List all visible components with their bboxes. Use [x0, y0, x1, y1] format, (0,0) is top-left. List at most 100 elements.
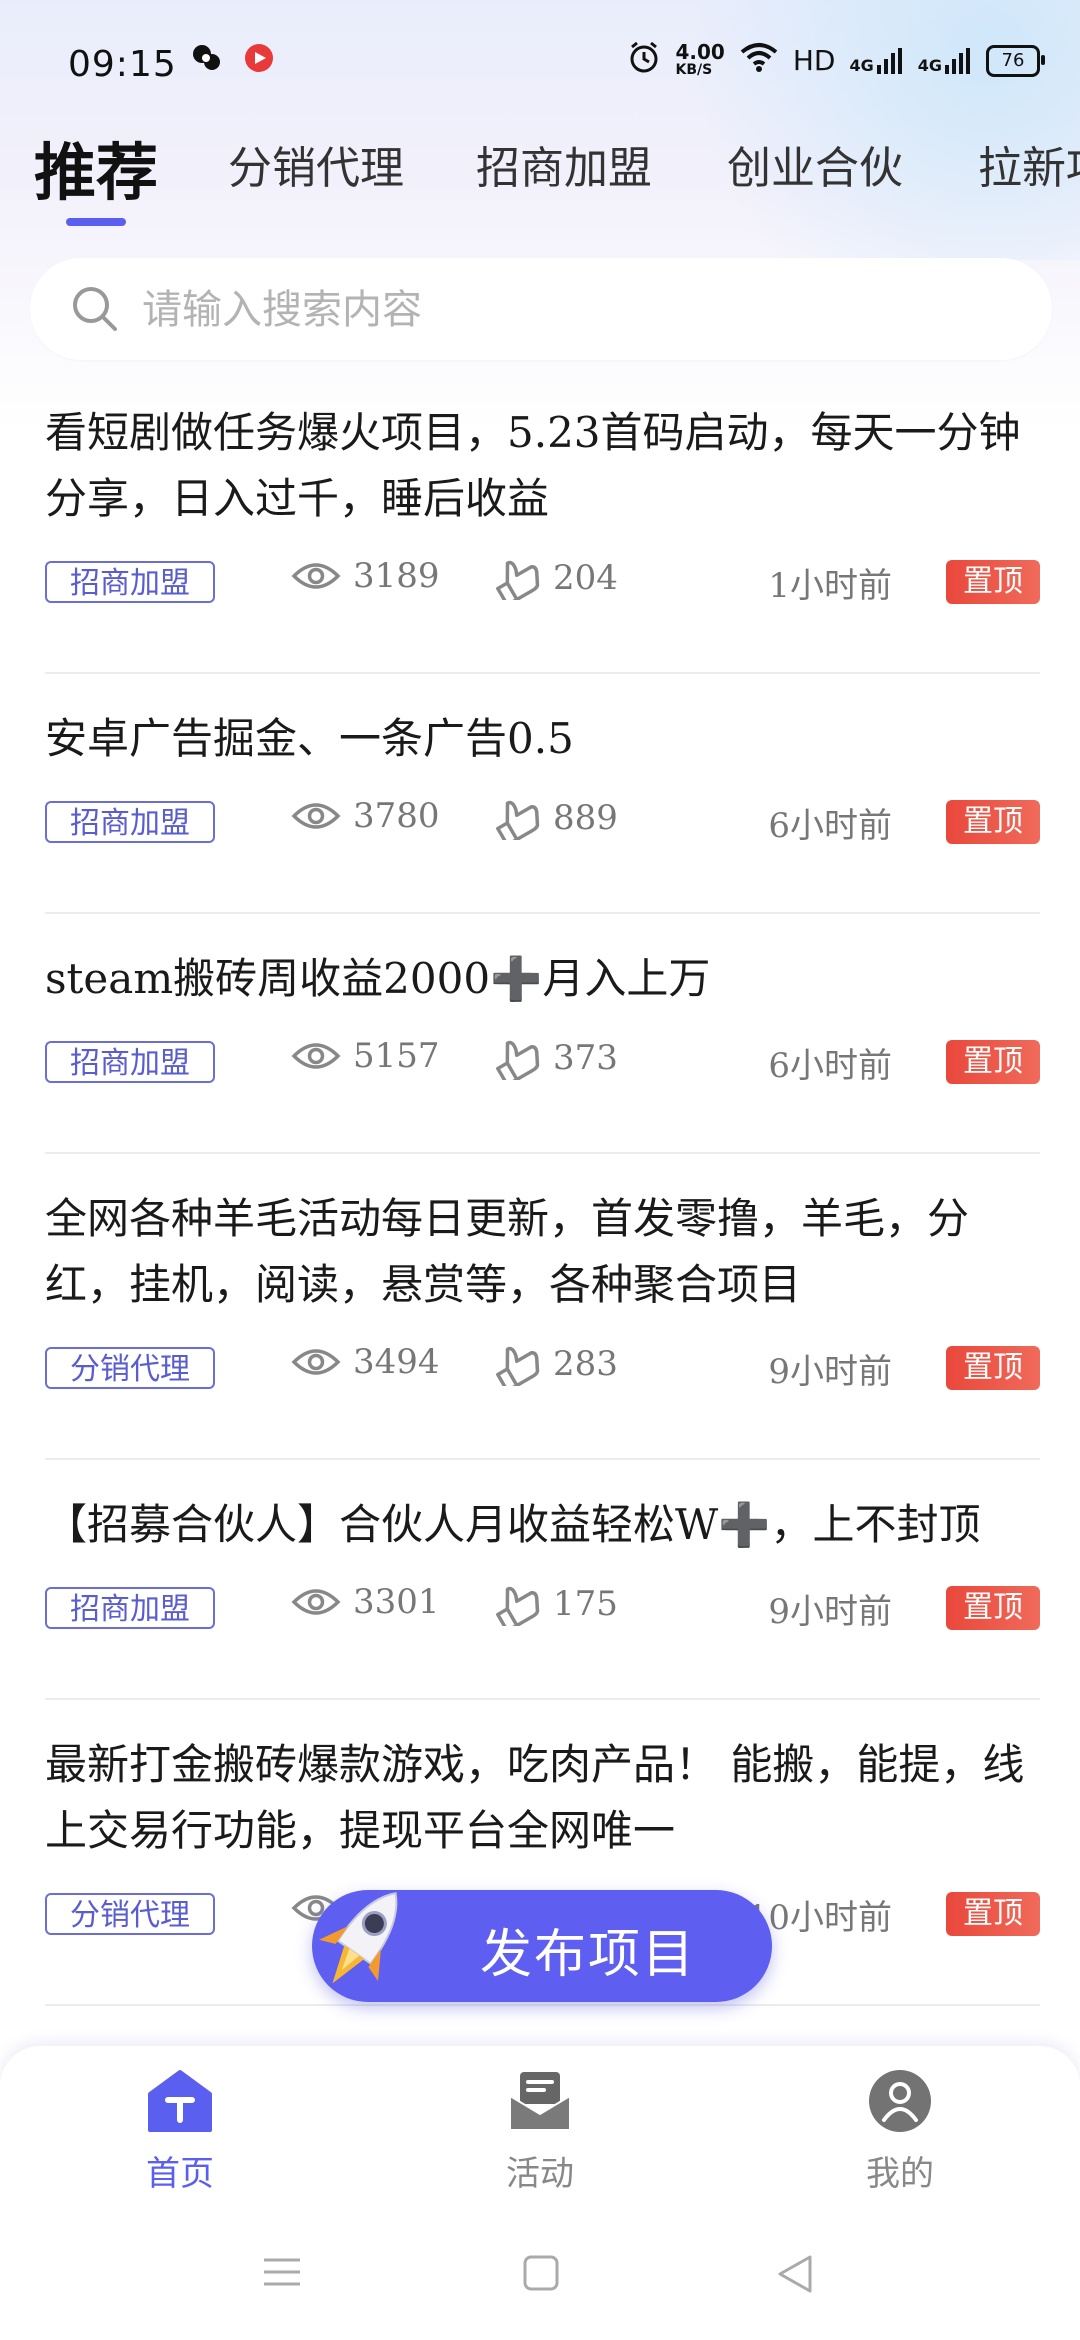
post-time: 6小时前 [768, 806, 892, 846]
post-meta: 分销代理 3494 283 9小时前 置顶 [45, 1318, 1040, 1458]
category-tag: 招商加盟 [45, 801, 215, 843]
search-bar[interactable] [30, 258, 1052, 360]
tab-distribution[interactable]: 分销代理 [228, 132, 404, 196]
list-item[interactable]: 安卓广告掘金、一条广告0.5 招商加盟 3780 889 6小时前 置顶 [45, 674, 1040, 914]
signal-bars-icon [876, 47, 902, 74]
home-square-icon[interactable] [522, 2254, 560, 2296]
nav-profile-label: 我的 [866, 2154, 934, 2194]
pinned-badge: 置顶 [946, 1892, 1040, 1936]
post-time: 9小时前 [768, 1592, 892, 1632]
publish-project-button[interactable]: 发布项目 [312, 1890, 772, 2002]
view-count: 3301 [291, 1582, 440, 1622]
nav-home[interactable]: 首页 [100, 2068, 260, 2195]
category-tag: 招商加盟 [45, 1587, 215, 1629]
tab-franchise[interactable]: 招商加盟 [476, 132, 652, 196]
list-item[interactable]: 【招募合伙人】合伙人月收益轻松W➕，上不封顶 招商加盟 3301 175 9小时… [45, 1460, 1040, 1700]
signal-2: 4G [918, 47, 972, 75]
nav-profile[interactable]: 我的 [820, 2068, 980, 2195]
post-meta: 招商加盟 3780 889 6小时前 置顶 [45, 772, 1040, 912]
category-tag: 招商加盟 [45, 1041, 215, 1083]
view-count: 3494 [291, 1342, 440, 1382]
view-count: 5157 [291, 1036, 440, 1076]
post-title[interactable]: 最新打金搬砖爆款游戏，吃肉产品！ 能搬，能提，线上交易行功能，提现平台全网唯一 [45, 1700, 1040, 1864]
post-meta: 招商加盟 5157 373 6小时前 置顶 [45, 1012, 1040, 1152]
status-icons: 4.00 KB/S HD 4G 4G 76 [627, 39, 1045, 81]
eye-icon [291, 803, 341, 829]
net-speed-value: 4.00 [675, 39, 725, 64]
view-count-value: 3494 [353, 1342, 440, 1382]
list-item[interactable]: 看短剧做任务爆火项目，5.23首码启动，每天一分钟分享，日入过千，睡后收益 招商… [45, 368, 1040, 674]
thumb-up-icon [496, 1586, 540, 1626]
view-count: 3780 [291, 796, 440, 836]
nav-activity-label: 活动 [506, 2154, 574, 2194]
like-count: 204 [491, 556, 618, 600]
battery-icon: 76 [986, 44, 1045, 77]
network-type-2: 4G [917, 55, 942, 75]
post-time: 6小时前 [768, 1046, 892, 1086]
like-count-value: 889 [553, 798, 618, 838]
post-meta: 招商加盟 3301 175 9小时前 置顶 [45, 1558, 1040, 1698]
post-title[interactable]: 安卓广告掘金、一条广告0.5 [45, 674, 1040, 772]
post-title[interactable]: steam搬砖周收益2000➕月入上万 [45, 914, 1040, 1012]
network-type-1: 4G [849, 55, 874, 75]
like-count-value: 175 [553, 1584, 618, 1624]
category-tag: 分销代理 [45, 1893, 215, 1935]
tab-partnership[interactable]: 创业合伙 [727, 132, 903, 196]
eye-icon [291, 1349, 341, 1375]
search-icon [70, 284, 120, 338]
rocket-icon [310, 1874, 410, 2027]
eye-icon [291, 563, 341, 589]
list-item[interactable]: steam搬砖周收益2000➕月入上万 招商加盟 5157 373 6小时前 置… [45, 914, 1040, 1154]
nav-activity[interactable]: 活动 [460, 2068, 620, 2195]
profile-icon [820, 2068, 980, 2138]
alarm-icon [627, 40, 661, 81]
thumb-up-icon [496, 800, 540, 840]
like-count: 175 [491, 1582, 618, 1626]
battery-level: 76 [1001, 50, 1025, 71]
pinned-badge: 置顶 [946, 560, 1040, 604]
thumb-up-icon [496, 560, 540, 600]
pinned-badge: 置顶 [946, 1346, 1040, 1390]
tab-recommend[interactable]: 推荐 [34, 122, 158, 212]
post-title[interactable]: 【招募合伙人】合伙人月收益轻松W➕，上不封顶 [45, 1460, 1040, 1558]
like-count-value: 283 [553, 1344, 618, 1384]
home-icon [100, 2068, 260, 2138]
view-count-value: 5157 [353, 1036, 440, 1076]
post-time: 1小时前 [768, 566, 892, 606]
pinned-badge: 置顶 [946, 1040, 1040, 1084]
thumb-up-icon [496, 1346, 540, 1386]
category-tag: 招商加盟 [45, 561, 215, 603]
search-input[interactable] [140, 272, 1004, 348]
eye-icon [291, 1043, 341, 1069]
post-time: 9小时前 [768, 1352, 892, 1392]
activity-icon [460, 2068, 620, 2138]
net-speed: 4.00 KB/S [675, 39, 725, 79]
status-bar: 09:15 4.00 KB/S HD 4G 4G 76 [0, 0, 1080, 130]
nav-home-label: 首页 [146, 2154, 214, 2194]
like-count: 889 [491, 796, 618, 840]
pinned-badge: 置顶 [946, 1586, 1040, 1630]
publish-button-label: 发布项目 [480, 1925, 697, 1985]
pinned-badge: 置顶 [946, 800, 1040, 844]
post-title[interactable]: 看短剧做任务爆火项目，5.23首码启动，每天一分钟分享，日入过千，睡后收益 [45, 368, 1040, 532]
list-item[interactable]: 全网各种羊毛活动每日更新，首发零撸，羊毛，分红，挂机，阅读，悬赏等，各种聚合项目… [45, 1154, 1040, 1460]
menu-icon[interactable] [262, 2254, 302, 2294]
signal-bars-icon [945, 47, 970, 74]
signal-1: 4G [849, 47, 903, 75]
category-tag: 分销代理 [45, 1347, 215, 1389]
like-count-value: 204 [553, 558, 618, 598]
notification-app-icon [190, 42, 222, 78]
like-count: 373 [491, 1036, 618, 1080]
view-count-value: 3301 [353, 1582, 440, 1622]
thumb-up-icon [496, 1040, 540, 1080]
back-icon[interactable] [776, 2254, 814, 2298]
post-title[interactable]: 全网各种羊毛活动每日更新，首发零撸，羊毛，分红，挂机，阅读，悬赏等，各种聚合项目 [45, 1154, 1040, 1318]
category-tabs: 推荐 分销代理 招商加盟 创业合伙 拉新项 [0, 118, 1080, 228]
active-tab-indicator [66, 218, 126, 226]
wifi-icon [739, 42, 779, 79]
view-count: 3189 [291, 556, 440, 596]
tab-referral[interactable]: 拉新项 [978, 132, 1080, 196]
video-app-icon [242, 42, 276, 78]
view-count-value: 3780 [353, 796, 440, 836]
hd-indicator: HD [792, 44, 836, 77]
